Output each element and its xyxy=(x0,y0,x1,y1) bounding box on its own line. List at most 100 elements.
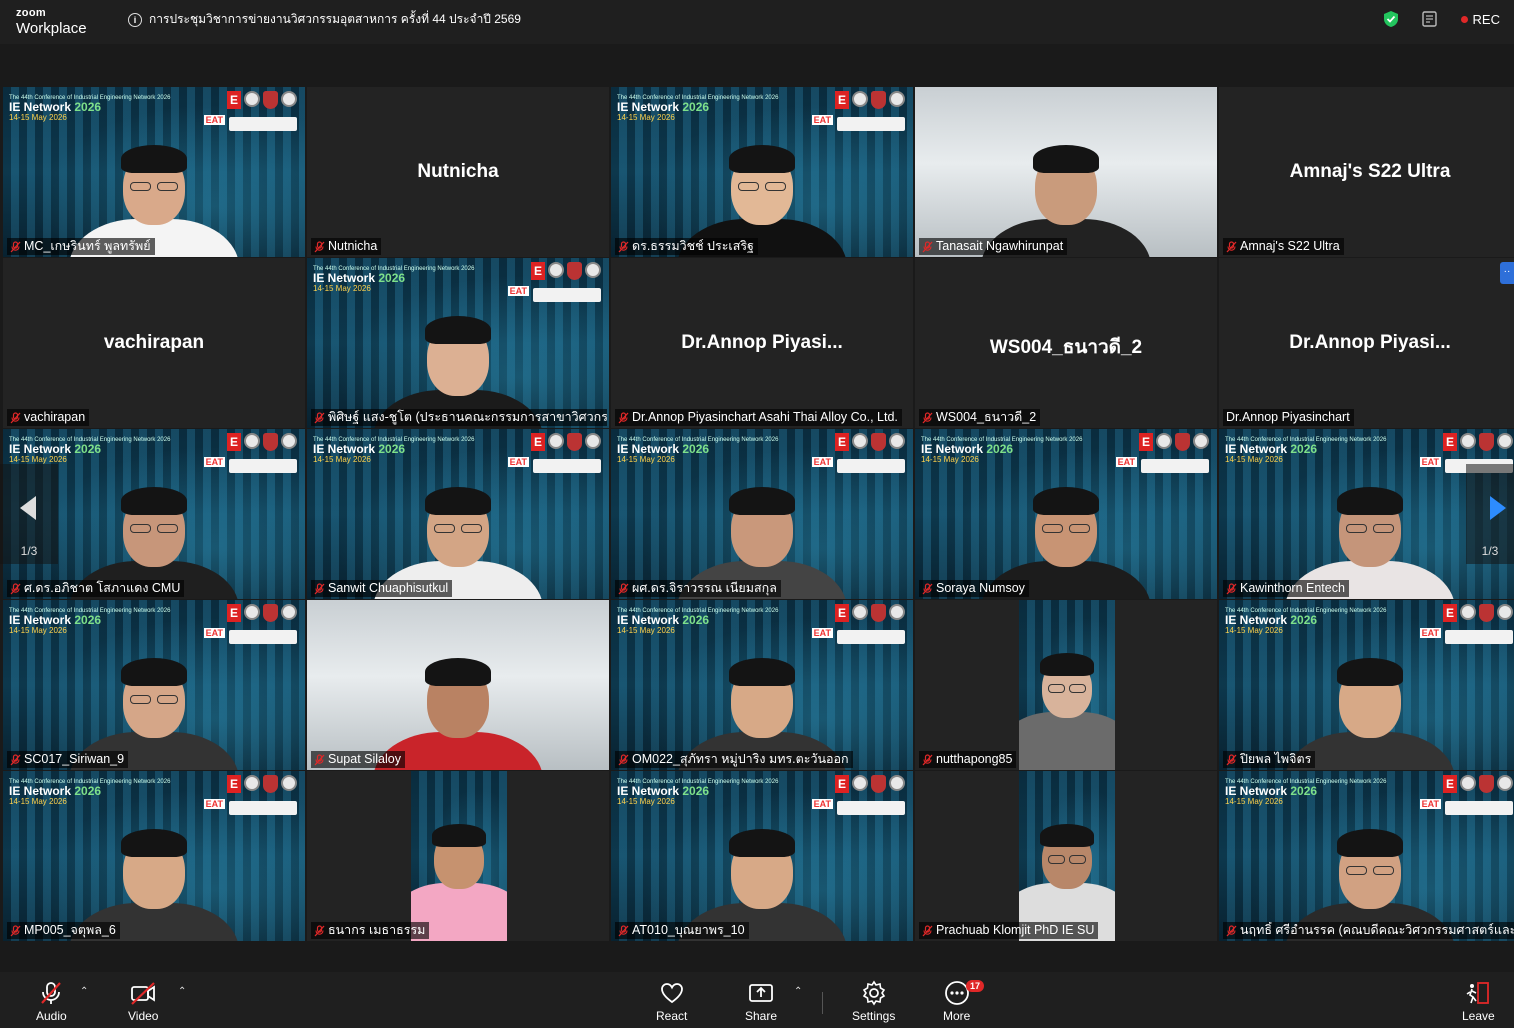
sponsor-strip xyxy=(837,801,905,815)
participant-tile[interactable]: Dr.Annop Piyasi... Dr.Annop Piyasinchart xyxy=(1219,258,1514,428)
sponsor-strip xyxy=(1445,801,1513,815)
sponsor-logos: E xyxy=(227,91,297,109)
participant-name: ธนากร เมธาธรรม xyxy=(328,923,426,937)
eat-logo: EAT xyxy=(203,799,225,809)
eat-logo: EAT xyxy=(811,628,833,638)
participant-tile[interactable]: The 44th Conference of Industrial Engine… xyxy=(1219,600,1514,770)
participant-tile[interactable]: The 44th Conference of Industrial Engine… xyxy=(611,429,913,599)
mic-muted-icon xyxy=(618,240,629,252)
participant-tile[interactable]: WS004_ธนาวดี_2 WS004_ธนาวดี_2 xyxy=(915,258,1217,428)
participant-tile[interactable]: The 44th Conference of Industrial Engine… xyxy=(611,87,913,257)
video-button[interactable]: Video xyxy=(128,980,158,1023)
conference-banner: The 44th Conference of Industrial Engine… xyxy=(9,779,171,806)
participant-tile[interactable]: The 44th Conference of Industrial Engine… xyxy=(1219,771,1514,941)
participant-tile[interactable]: The 44th Conference of Industrial Engine… xyxy=(3,600,305,770)
react-button[interactable]: React xyxy=(656,980,687,1023)
participant-tile[interactable]: Tanasait Ngawhirunpat xyxy=(915,87,1217,257)
conference-banner: The 44th Conference of Industrial Engine… xyxy=(921,437,1083,464)
eat-logo: EAT xyxy=(1419,799,1441,809)
prev-page-button[interactable]: 1/3 xyxy=(0,464,58,564)
mic-muted-icon xyxy=(618,924,629,936)
participant-name: ปิยพล ไพจิตร xyxy=(1240,752,1312,766)
sponsor-strip xyxy=(229,801,297,815)
participant-tile[interactable]: The 44th Conference of Industrial Engine… xyxy=(307,429,609,599)
info-icon[interactable]: i xyxy=(128,12,142,27)
mic-muted-icon xyxy=(1226,582,1237,594)
participant-tile[interactable]: The 44th Conference of Industrial Engine… xyxy=(611,771,913,941)
sponsor-strip xyxy=(837,630,905,644)
page-indicator-right: 1/3 xyxy=(1481,544,1499,558)
participant-name: MP005_จตุพล_6 xyxy=(24,923,116,937)
participant-name-label: Prachuab Klomjit PhD IE SU xyxy=(919,922,1099,939)
participant-tile[interactable]: ธนากร เมธาธรรม xyxy=(307,771,609,941)
participant-tile[interactable]: The 44th Conference of Industrial Engine… xyxy=(3,87,305,257)
participant-display-name: Dr.Annop Piyasi... xyxy=(681,332,843,353)
participant-name-label: Soraya Numsoy xyxy=(919,580,1029,597)
leave-button[interactable]: Leave xyxy=(1462,980,1495,1023)
eat-logo: EAT xyxy=(507,457,529,467)
mic-muted-icon xyxy=(41,982,62,1004)
conference-banner: The 44th Conference of Industrial Engine… xyxy=(617,608,779,635)
sponsor-logos: E xyxy=(835,604,905,622)
eat-logo: EAT xyxy=(811,115,833,125)
participant-name-label: ศ.ดร.อภิชาต โสภาแดง CMU xyxy=(7,580,185,597)
conference-banner: The 44th Conference of Industrial Engine… xyxy=(9,437,171,464)
participant-tile[interactable]: The 44th Conference of Industrial Engine… xyxy=(307,258,609,428)
participant-display-name: Nutnicha xyxy=(417,161,499,182)
next-page-button[interactable]: 1/3 xyxy=(1466,464,1514,564)
side-panel-toggle[interactable]: ·· xyxy=(1500,262,1514,284)
encryption-shield-icon[interactable] xyxy=(1383,10,1399,28)
participant-display-name: Amnaj's S22 Ultra xyxy=(1289,161,1451,182)
sponsor-logos: E xyxy=(531,433,601,451)
mic-muted-icon xyxy=(314,582,325,594)
participant-display-name: WS004_ธนาวดี_2 xyxy=(989,337,1143,358)
settings-button[interactable]: Settings xyxy=(852,980,895,1023)
participant-name-label: นฤทธิ์ ศรีอำนรรค (คณบดีคณะวิศวกรรมศาสตร์… xyxy=(1223,922,1514,939)
audio-options-caret-icon[interactable]: ⌃ xyxy=(80,986,88,997)
mic-muted-icon xyxy=(10,582,21,594)
audio-button[interactable]: Audio xyxy=(36,980,67,1023)
sponsor-strip xyxy=(229,459,297,473)
participant-tile[interactable]: The 44th Conference of Industrial Engine… xyxy=(915,429,1217,599)
participant-name-label: Dr.Annop Piyasinchart Asahi Thai Alloy C… xyxy=(615,409,902,426)
conference-banner: The 44th Conference of Industrial Engine… xyxy=(313,266,475,293)
participant-name: Dr.Annop Piyasinchart Asahi Thai Alloy C… xyxy=(632,410,898,424)
participant-name-label: nutthapong85 xyxy=(919,751,1017,768)
participant-tile[interactable]: Supat Silaloy xyxy=(307,600,609,770)
conference-banner: The 44th Conference of Industrial Engine… xyxy=(9,608,171,635)
participant-tile[interactable]: nutthapong85 xyxy=(915,600,1217,770)
mic-muted-icon xyxy=(1226,924,1237,936)
participant-name: Amnaj's S22 Ultra xyxy=(1240,239,1340,253)
share-options-caret-icon[interactable]: ⌃ xyxy=(794,986,802,997)
participant-display-name: Dr.Annop Piyasi... xyxy=(1289,332,1451,353)
participant-tile[interactable]: vachirapan vachirapan xyxy=(3,258,305,428)
notes-icon[interactable] xyxy=(1421,10,1439,28)
more-notification-badge: 17 xyxy=(966,980,985,992)
recording-indicator[interactable]: REC xyxy=(1460,11,1500,27)
mic-muted-icon xyxy=(314,411,325,423)
participant-name: vachirapan xyxy=(24,410,86,424)
rec-label: REC xyxy=(1472,11,1500,27)
participant-name-label: SC017_Siriwan_9 xyxy=(7,751,129,768)
participant-name-label: ปิยพล ไพจิตร xyxy=(1223,751,1316,768)
conference-banner: The 44th Conference of Industrial Engine… xyxy=(313,437,475,464)
participant-name: Prachuab Klomjit PhD IE SU xyxy=(936,923,1095,937)
sponsor-strip xyxy=(1141,459,1209,473)
mic-muted-icon xyxy=(618,582,629,594)
participant-tile[interactable]: The 44th Conference of Industrial Engine… xyxy=(611,600,913,770)
sponsor-logos: E xyxy=(531,262,601,280)
participant-tile[interactable]: The 44th Conference of Industrial Engine… xyxy=(3,771,305,941)
mic-muted-icon xyxy=(922,924,933,936)
participant-tile[interactable]: Prachuab Klomjit PhD IE SU xyxy=(915,771,1217,941)
participant-tile[interactable]: Dr.Annop Piyasi... Dr.Annop Piyasinchart … xyxy=(611,258,913,428)
participant-name: OM022_สุภัทรา หมู่ปาริง มทร.ตะวันออก xyxy=(632,752,849,766)
share-button[interactable]: Share xyxy=(745,980,777,1023)
sponsor-strip xyxy=(229,630,297,644)
meeting-info[interactable]: i การประชุมวิชาการข่ายงานวิศวกรรมอุตสาหก… xyxy=(128,10,521,29)
participant-tile[interactable]: Amnaj's S22 Ultra Amnaj's S22 Ultra xyxy=(1219,87,1514,257)
participant-name-label: AT010_บุณยาพร_10 xyxy=(615,922,749,939)
participant-tile[interactable]: Nutnicha Nutnicha xyxy=(307,87,609,257)
video-options-caret-icon[interactable]: ⌃ xyxy=(178,986,186,997)
mic-muted-icon xyxy=(922,753,933,765)
participant-name-label: Tanasait Ngawhirunpat xyxy=(919,238,1068,255)
